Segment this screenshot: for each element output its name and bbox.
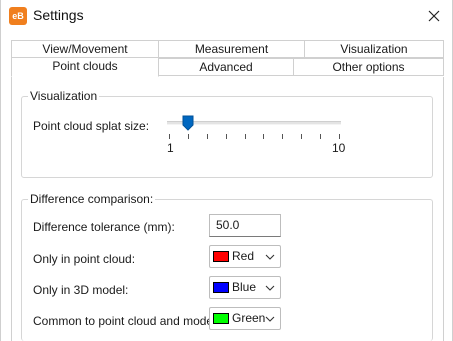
tolerance-input[interactable]: 50.0 [209,214,281,237]
tab-other-options[interactable]: Other options [293,58,444,76]
splat-size-label: Point cloud splat size: [33,119,150,133]
tab-strip: View/Movement Measurement Visualization … [11,40,444,77]
common-color-select[interactable]: Green [209,307,281,330]
only-model-color-select[interactable]: Blue [209,276,281,299]
only-model-color-text: Blue [232,280,257,294]
color-swatch [213,313,229,324]
slider-tick [339,134,340,139]
chevron-down-icon [265,316,275,322]
tab-measurement[interactable]: Measurement [158,40,305,58]
common-label: Common to point cloud and model: [33,314,220,328]
slider-tick [282,134,283,139]
color-swatch [213,282,229,293]
slider-min-label: 1 [167,141,174,155]
tab-visualization[interactable]: Visualization [304,40,444,58]
close-button[interactable] [422,4,446,28]
slider-tick [301,134,302,139]
settings-window: eB Settings View/Movement Measurement Vi… [0,0,453,341]
only-cloud-color-text: Red [232,249,255,263]
only-model-label: Only in 3D model: [33,283,129,297]
slider-tick [245,134,246,139]
slider-thumb-icon [182,115,194,131]
slider-tick [207,134,208,139]
tolerance-label: Difference tolerance (mm): [33,220,175,234]
slider-tick [263,134,264,139]
slider-tick [188,134,189,139]
slider-tick [226,134,227,139]
app-logo-icon: eB [9,7,27,25]
window-title: Settings [33,7,84,23]
color-swatch [213,251,229,262]
slider-max-label: 10 [332,141,346,155]
slider-tick [320,134,321,139]
splat-size-slider-thumb[interactable] [182,115,194,131]
close-icon [428,10,440,22]
common-color-text: Green [232,311,266,325]
only-cloud-color-select[interactable]: Red [209,245,281,268]
visualization-group-title: Visualization [28,89,100,103]
tab-view-movement[interactable]: View/Movement [11,40,159,58]
tab-point-clouds[interactable]: Point clouds [11,57,159,77]
difference-group-title: Difference comparison: [28,192,156,206]
slider-tick [169,134,170,139]
chevron-down-icon [265,254,275,260]
only-cloud-label: Only in point cloud: [33,252,136,266]
slider-ticks [169,134,341,140]
chevron-down-icon [265,285,275,291]
title-bar: eB Settings [1,0,452,32]
tab-advanced[interactable]: Advanced [158,58,294,76]
